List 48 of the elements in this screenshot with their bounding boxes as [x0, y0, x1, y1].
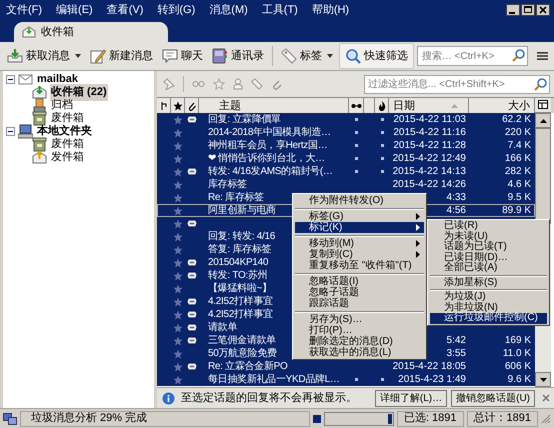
message-size: 169 K [504, 335, 531, 346]
message-subject: 转发: 4/16发AMS的箱封号(… [208, 166, 333, 177]
message-subject: ❤ 悄悄告诉你到台北，大… [208, 153, 325, 164]
selected-count: 已选: 1891 [404, 411, 457, 426]
message-subject: 三笔佣金请款单 [208, 335, 276, 346]
message-subject: 回复: 立霖降價單 [208, 114, 281, 125]
message-date: 2015-4-22 14:26 [392, 179, 466, 190]
message-size: 62.2 K [502, 114, 531, 125]
message-date: 2015-4-22 11:28 [393, 140, 466, 151]
message-size: 7.4 K [508, 140, 531, 151]
message-size: 166 K [504, 153, 531, 164]
message-subject: 库存标签 [208, 179, 247, 190]
message-subject: Re: 库存标签 [208, 192, 264, 203]
message-subject: 请款单 [208, 322, 238, 333]
message-date: 2015-4-23 1:49 [398, 374, 466, 385]
message-subject: 阿里创新与电商 [208, 205, 276, 216]
message-subject: 4.2I52打样事宜 [208, 296, 273, 307]
message-size: 89.9 K [502, 205, 531, 216]
notification-text: 至选定话题的回复将不会再被显示。 [181, 390, 357, 406]
message-subject: 回复: 转发: 4/16 [208, 231, 275, 242]
message-date: 4:33 [446, 192, 466, 203]
message-size: 9.5 K [508, 192, 531, 203]
message-subject: 【爆猛料啦~】 [208, 283, 272, 294]
message-subject: 4.2I52打样事宜 [208, 309, 273, 320]
message-date: 2015-4-22 11:16 [393, 127, 466, 138]
message-size: 11.0 K [502, 348, 531, 359]
message-subject: 神州租车会员，享Hertz国… [208, 140, 328, 151]
message-date: 2015-4-22 18:05 [392, 361, 466, 372]
status-text: 垃圾消息分析 29% 完成 [31, 410, 148, 426]
message-size: 4.6 K [508, 179, 531, 190]
message-date: 3:55 [446, 348, 466, 359]
message-date: 2015-4-22 14:13 [392, 166, 466, 177]
message-date: 2015-4-22 11:03 [393, 114, 466, 125]
message-size: 282 K [504, 166, 531, 177]
total-count: 总计：1891 [474, 411, 531, 426]
message-subject: 答复: 库存标签 [208, 244, 272, 255]
message-date: 4:56 [446, 205, 466, 216]
message-size: 9.6 K [508, 374, 531, 385]
message-date: 5:42 [446, 335, 466, 346]
message-date: 2015-4-22 12:49 [392, 153, 466, 164]
message-size: 220 K [504, 127, 531, 138]
message-subject: Re: 立霖合金新PO [208, 361, 288, 372]
message-subject: 201504KP140 [208, 257, 268, 268]
message-size: 606 K [504, 361, 531, 372]
message-subject: 每日抽奖新礼品一YKD品牌L… [208, 374, 340, 385]
message-subject: 50万航意险免费 [208, 348, 277, 359]
message-subject: 2014-2018年中国模具制造… [208, 127, 331, 138]
message-subject: 转发: TO:苏州 [208, 270, 268, 281]
